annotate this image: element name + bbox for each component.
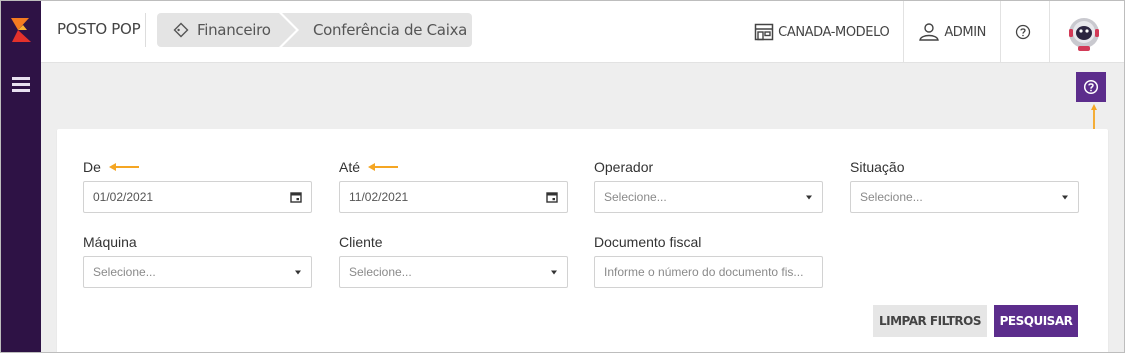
- breadcrumb-label: Financeiro: [197, 21, 271, 39]
- maquina-select[interactable]: Selecione...: [83, 256, 312, 288]
- field-documento-fiscal: Documento fiscal Informe o número do doc…: [594, 233, 823, 288]
- filter-panel: De 01/02/2021 Até 11/02/2021 Operador Se…: [57, 129, 1108, 352]
- side-rail: [1, 1, 41, 352]
- app-window: POSTO POP Financeiro Conferência de Caix…: [0, 0, 1125, 353]
- page-help-button[interactable]: [1076, 72, 1106, 102]
- field-label: Operador: [594, 159, 654, 175]
- field-maquina: Máquina Selecione...: [83, 233, 312, 288]
- clear-filters-button[interactable]: LIMPAR FILTROS: [873, 305, 987, 337]
- company-selector[interactable]: CANADA-MODELO: [740, 1, 903, 63]
- breadcrumb-item-financeiro[interactable]: Financeiro: [157, 13, 287, 47]
- field-situacao: Situação Selecione...: [850, 158, 1079, 213]
- caret-down-icon: [295, 270, 301, 274]
- field-label: De: [83, 158, 312, 176]
- orange-arrow-icon: [368, 163, 399, 171]
- tag-icon: [173, 22, 189, 38]
- orange-arrow-icon: [1091, 104, 1097, 132]
- situacao-select[interactable]: Selecione...: [850, 181, 1079, 213]
- date-to-input[interactable]: 11/02/2021: [339, 181, 568, 213]
- field-label: Situação: [850, 159, 905, 175]
- calendar-icon[interactable]: [546, 191, 558, 203]
- field-label: Até: [339, 158, 568, 176]
- caret-down-icon: [551, 270, 557, 274]
- avatar-button[interactable]: [1049, 1, 1124, 63]
- field-ate: Até 11/02/2021: [339, 158, 568, 213]
- field-de: De 01/02/2021: [83, 158, 312, 213]
- caret-down-icon: [806, 195, 812, 199]
- field-operador: Operador Selecione...: [594, 158, 823, 213]
- field-label: Cliente: [339, 234, 383, 250]
- calendar-icon[interactable]: [290, 191, 302, 203]
- store-icon: [754, 23, 774, 41]
- search-button[interactable]: PESQUISAR: [994, 305, 1078, 337]
- top-bar: POSTO POP Financeiro Conferência de Caix…: [41, 1, 1124, 63]
- help-circle-icon: [1083, 79, 1099, 95]
- field-label: Máquina: [83, 234, 137, 250]
- breadcrumb-separator: [279, 13, 299, 47]
- divider: [145, 13, 146, 47]
- breadcrumb-item-conferencia[interactable]: Conferência de Caixa: [313, 13, 467, 47]
- help-button[interactable]: [1000, 1, 1049, 63]
- help-circle-icon: [1015, 24, 1031, 40]
- menu-icon[interactable]: [11, 76, 31, 94]
- user-icon: [919, 23, 940, 41]
- documento-fiscal-input[interactable]: Informe o número do documento fis...: [594, 256, 823, 288]
- brand-name: POSTO POP: [57, 20, 141, 38]
- astronaut-avatar: [1069, 18, 1099, 51]
- user-name: ADMIN: [944, 24, 986, 40]
- user-menu[interactable]: ADMIN: [903, 1, 1000, 63]
- breadcrumb-label: Conferência de Caixa: [313, 21, 468, 39]
- caret-down-icon: [1062, 195, 1068, 199]
- field-label: Documento fiscal: [594, 234, 702, 250]
- brand-logo-icon[interactable]: [9, 17, 33, 43]
- date-from-input[interactable]: 01/02/2021: [83, 181, 312, 213]
- cliente-select[interactable]: Selecione...: [339, 256, 568, 288]
- operador-select[interactable]: Selecione...: [594, 181, 823, 213]
- field-cliente: Cliente Selecione...: [339, 233, 568, 288]
- company-name: CANADA-MODELO: [778, 24, 890, 40]
- orange-arrow-icon: [108, 163, 139, 171]
- breadcrumb: Financeiro Conferência de Caixa: [157, 13, 472, 47]
- top-right-actions: CANADA-MODELO ADMIN: [740, 1, 1124, 63]
